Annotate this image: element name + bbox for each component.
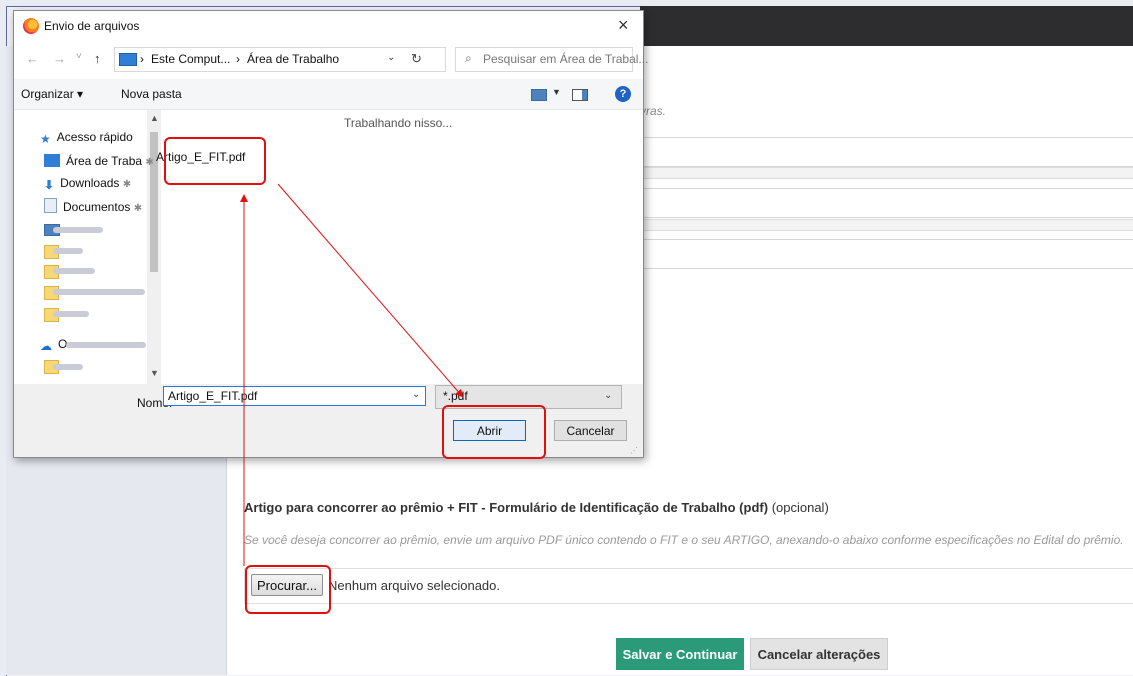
nav-quick-access-label: Acesso rápido [56,130,133,144]
organize-menu[interactable]: Organizar ▾ [21,87,83,101]
resize-grip-icon[interactable]: ⋰ [630,446,638,455]
artigo-title-text: Artigo para concorrer ao prêmio + FIT - … [244,500,769,515]
file-type-value: *.pdf [443,389,468,403]
site-header-bar [640,6,1133,46]
computer-icon [119,53,137,66]
breadcrumb-separator: › [140,52,144,66]
search-box[interactable]: ⌕ Pesquisar em Área de Trabal... [455,47,648,72]
address-bar[interactable]: › Este Comput... › Área de Trabalho ⌄ ↻ [114,47,446,72]
pin-icon: ✱ [145,157,154,168]
field-divider [640,219,1133,231]
artigo-section-title: Artigo para concorrer ao prêmio + FIT - … [244,500,829,515]
recent-locations-icon[interactable]: ˅ [76,51,82,62]
dialog-toolbar: Organizar ▾ Nova pasta ▼ ? [14,79,643,110]
save-continue-button[interactable]: Salvar e Continuar [616,638,744,670]
dialog-title: Envio de arquivos [44,19,140,33]
nav-quick-access[interactable]: ★ Acesso rápido [40,130,133,146]
search-icon: ⌕ [465,51,472,65]
desktop-folder-icon [44,154,60,167]
blurred-nav-item[interactable] [66,342,146,348]
nav-documents-label: Documentos [63,200,131,214]
dialog-titlebar: Envio de arquivos × [14,11,643,41]
up-arrow-icon[interactable]: ↑ [94,51,101,66]
blurred-nav-item[interactable] [53,248,83,254]
field-divider [640,167,1133,179]
nav-item-documents[interactable]: Documentos ✱ [44,198,142,214]
cancel-changes-button[interactable]: Cancelar alterações [750,638,888,670]
new-folder-button[interactable]: Nova pasta [121,87,182,101]
nav-item-onedrive[interactable]: ☁ O [40,337,67,353]
working-status: Trabalhando nisso... [344,116,453,130]
blurred-nav-item[interactable] [53,364,83,370]
back-arrow-icon[interactable]: ← [26,51,39,66]
documents-icon [44,198,57,213]
view-mode-icon[interactable] [531,89,547,101]
scroll-down-icon[interactable]: ▼ [150,368,159,378]
cancel-button[interactable]: Cancelar [554,420,627,441]
star-icon: ★ [40,132,51,146]
cloud-icon: ☁ [40,339,52,353]
blurred-nav-item[interactable] [53,227,103,233]
form-field-3[interactable] [640,239,1133,269]
refresh-icon[interactable]: ↻ [411,51,422,67]
breadcrumb-this-pc[interactable]: Este Comput... [151,52,230,66]
nav-downloads-label: Downloads [60,176,120,190]
firefox-icon [23,18,39,34]
form-field-1[interactable] [640,137,1133,167]
blurred-nav-item[interactable] [53,289,145,295]
form-field-2[interactable] [640,188,1133,218]
open-button[interactable]: Abrir [453,420,526,441]
artigo-description: Se você deseja concorrer ao prêmio, envi… [244,533,1124,547]
blurred-nav-item[interactable] [53,268,95,274]
breadcrumb-separator: › [236,52,240,66]
preview-pane-icon[interactable] [572,89,588,101]
help-icon[interactable]: ? [615,86,631,102]
pin-icon: ✱ [122,179,132,190]
file-item-artigo[interactable]: Artigo_E_FIT.pdf [156,150,245,164]
blurred-nav-item[interactable] [53,311,89,317]
file-type-filter[interactable]: *.pdf ⌄ [435,385,622,409]
nav-item-downloads[interactable]: ⬇ Downloads ✱ [44,176,132,192]
no-file-selected-text: Nenhum arquivo selecionado. [328,578,500,593]
chevron-down-icon: ⌄ [604,390,613,401]
search-placeholder: Pesquisar em Área de Trabal... [483,52,649,66]
nav-item-desktop[interactable]: Área de Traba ✱ [44,154,154,168]
pin-icon: ✱ [133,203,143,214]
view-mode-caret-icon[interactable]: ▼ [552,87,561,97]
close-icon[interactable]: × [618,15,629,35]
forward-arrow-icon[interactable]: → [53,51,66,66]
dialog-navbar: ← → ˅ ↑ › Este Comput... › Área de Traba… [14,42,648,76]
filename-dropdown-icon[interactable]: ⌄ [412,389,420,400]
scroll-up-icon[interactable]: ▲ [150,113,159,123]
address-dropdown-icon[interactable]: ⌄ [387,52,395,63]
nav-desktop-label: Área de Traba [66,154,143,168]
filename-input[interactable] [163,386,426,406]
browse-button[interactable]: Procurar... [251,574,323,596]
breadcrumb-desktop[interactable]: Área de Trabalho [247,52,339,66]
download-arrow-icon: ⬇ [44,178,55,192]
optional-label: (opcional) [771,500,829,515]
